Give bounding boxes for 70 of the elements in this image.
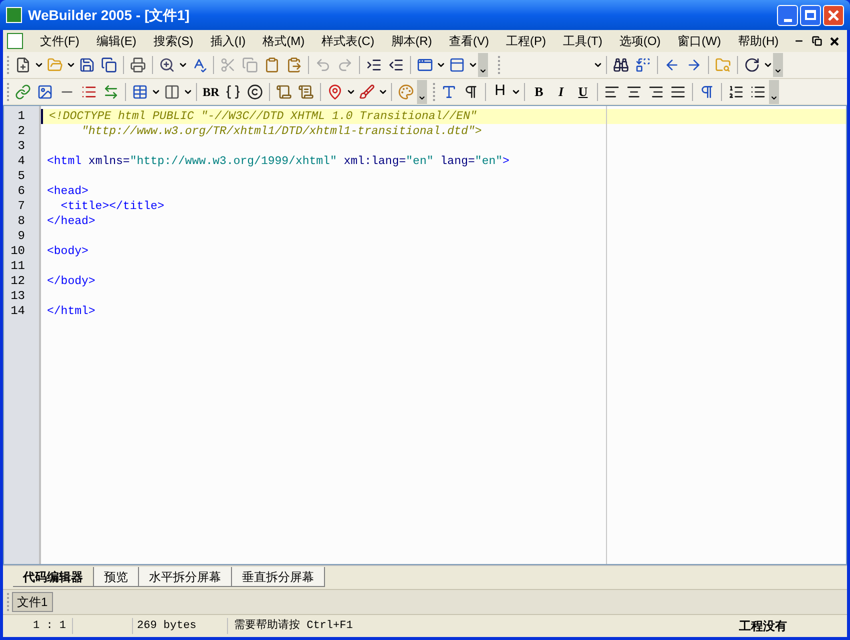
app-logo-icon: [6, 7, 22, 23]
view-tab[interactable]: 水平拆分屏幕: [139, 567, 232, 587]
code-line: <head>: [47, 184, 88, 199]
dropdown-caret-icon[interactable]: [66, 60, 76, 70]
help-hint: 需要帮助请按 Ctrl+F1: [233, 618, 353, 634]
code-line: </body>: [47, 274, 96, 289]
dropdown-caret-icon[interactable]: [468, 60, 478, 70]
line-number: 10: [10, 244, 25, 259]
line-number: 13: [10, 289, 25, 304]
minimize-button[interactable]: [777, 4, 798, 26]
menu-item[interactable]: 插入(I): [202, 31, 254, 51]
heading-button[interactable]: H: [489, 80, 511, 102]
code-line: </html>: [47, 304, 96, 319]
restore-icon[interactable]: [812, 36, 822, 46]
maximize-button[interactable]: [800, 4, 821, 26]
toolbar-overflow-icon[interactable]: [773, 53, 783, 77]
line-number: 3: [18, 139, 25, 154]
line-break-button[interactable]: BR: [200, 80, 222, 102]
line-number: 7: [18, 199, 25, 214]
line-number: 5: [18, 169, 25, 184]
window-title: WeBuilder 2005 - [文件1]: [28, 6, 190, 25]
dropdown-caret-icon[interactable]: [763, 60, 773, 70]
line-number: 14: [10, 304, 25, 319]
italic-button[interactable]: I: [550, 80, 572, 102]
menu-item[interactable]: 样式表(C): [314, 31, 382, 51]
menu-item[interactable]: 选项(O): [611, 31, 669, 51]
menu-item[interactable]: 帮助(H): [730, 31, 787, 51]
code-line: <html xmlns="http://www.w3.org/1999/xhtml" xml:lang="en" lang="en">: [47, 154, 510, 169]
file-size: 269 bytes: [133, 618, 228, 634]
code-line: </head>: [47, 214, 96, 229]
dropdown-caret-icon[interactable]: [436, 60, 446, 70]
menu-item[interactable]: 工程(P): [498, 31, 554, 51]
line-number: 9: [18, 229, 25, 244]
view-tab[interactable]: 代码编辑器: [13, 567, 94, 587]
line-number: 6: [18, 184, 25, 199]
close-icon[interactable]: [830, 36, 839, 46]
menu-item[interactable]: 工具(T): [555, 31, 610, 51]
underline-button[interactable]: U: [572, 80, 594, 102]
code-line: <!DOCTYPE html PUBLIC "-//W3C//DTD XHTML 1.0 Transitional//EN": [49, 109, 477, 124]
toolbar-overflow-icon[interactable]: [478, 53, 488, 77]
menu-item[interactable]: 查看(V): [441, 31, 497, 51]
dropdown-caret-icon[interactable]: [178, 60, 188, 70]
cursor-position: 1 : 1: [3, 618, 73, 634]
project-status: 工程没有: [739, 618, 787, 635]
menu-item[interactable]: 文件(F): [32, 31, 88, 51]
line-number: 1: [18, 109, 25, 124]
code-line: <title></title>: [60, 199, 164, 214]
menu-item[interactable]: 脚本(R): [383, 31, 440, 51]
view-tab[interactable]: 预览: [94, 567, 139, 587]
line-number: 11: [10, 259, 25, 274]
close-icon: [828, 10, 839, 20]
menu-item[interactable]: 编辑(E): [88, 31, 144, 51]
menu-item[interactable]: 窗口(W): [670, 31, 729, 51]
bold-button[interactable]: B: [528, 80, 550, 102]
line-number: 2: [18, 124, 25, 139]
dropdown-caret-icon: [593, 60, 603, 70]
view-tab[interactable]: 垂直拆分屏幕: [232, 567, 325, 587]
line-number: 12: [10, 274, 25, 289]
line-number: 8: [18, 214, 25, 229]
document-icon: [7, 33, 23, 49]
toolbar-overflow-icon[interactable]: [417, 80, 427, 104]
line-number: 4: [18, 154, 25, 169]
code-line: <body>: [47, 244, 88, 259]
code-line: "http://www.w3.org/TR/xhtml1/DTD/xhtml1-transitional.dtd">: [80, 124, 482, 139]
dropdown-caret-icon[interactable]: [34, 60, 44, 70]
close-button[interactable]: [823, 4, 844, 26]
menu-item[interactable]: 搜索(S): [145, 31, 202, 51]
menu-item[interactable]: 格式(M): [254, 31, 313, 51]
toolbar-overflow-icon[interactable]: [769, 80, 779, 104]
document-tab[interactable]: 文件1: [12, 592, 53, 612]
